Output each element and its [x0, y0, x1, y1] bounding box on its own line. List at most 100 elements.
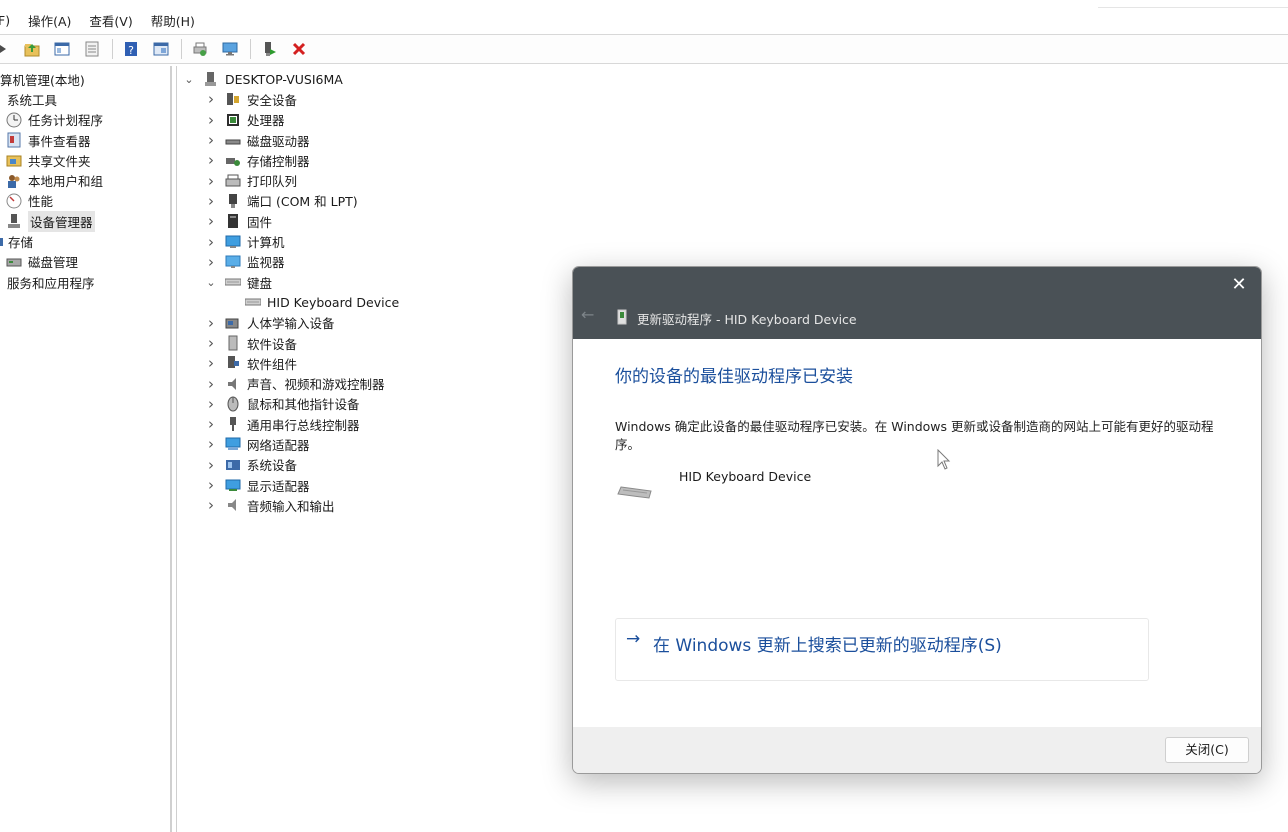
tree-item-label: 存储控制器 — [247, 153, 310, 169]
menu-help[interactable]: 帮助(H) — [142, 11, 204, 30]
mouse-icon — [227, 396, 239, 412]
folder-up-icon[interactable] — [22, 39, 42, 59]
chevron-right-icon[interactable]: › — [203, 456, 219, 474]
print-icon[interactable] — [190, 39, 210, 59]
chevron-right-icon[interactable]: › — [203, 496, 219, 514]
tree-item-disk-management[interactable]: 磁盘管理 — [0, 252, 170, 272]
tree-item-storage[interactable]: 存储 — [0, 231, 170, 251]
chevron-right-icon[interactable]: › — [203, 253, 219, 271]
console-tree-pane: 算机管理(本地) 系统工具 任务计划程序 事件查看器 共享文件夹 本地用户和组 … — [0, 66, 172, 832]
system-device-icon — [226, 459, 240, 470]
chevron-right-icon[interactable]: › — [203, 172, 219, 190]
tree-item-shared-folders[interactable]: 共享文件夹 — [0, 150, 170, 170]
tree-item-category[interactable]: › 固件 — [177, 211, 1288, 231]
device-name: HID Keyboard Device — [679, 469, 812, 484]
chevron-right-icon[interactable]: › — [203, 476, 219, 494]
menu-file[interactable]: F) — [0, 13, 19, 28]
tree-item-system-tools[interactable]: 系统工具 — [0, 89, 170, 109]
mouse-cursor-icon — [937, 449, 951, 470]
dialog-title: 更新驱动程序 - HID Keyboard Device — [637, 312, 857, 327]
tree-item-event-viewer[interactable]: 事件查看器 — [0, 130, 170, 150]
chevron-right-icon[interactable]: › — [203, 395, 219, 413]
tree-item-label: 系统设备 — [247, 458, 298, 474]
close-icon[interactable]: ✕ — [1227, 273, 1251, 297]
speaker-icon — [228, 377, 236, 390]
users-icon — [8, 174, 20, 188]
tree-item-label: 事件查看器 — [28, 133, 91, 149]
tree-item-category[interactable]: › 磁盘驱动器 — [177, 130, 1288, 150]
performance-icon — [6, 193, 22, 209]
back-arrow-icon[interactable]: ← — [581, 305, 594, 324]
chevron-right-icon[interactable]: › — [203, 334, 219, 352]
svg-text:?: ? — [128, 44, 134, 57]
disk-drive-icon — [225, 139, 241, 145]
monitor-icon[interactable] — [220, 39, 240, 59]
software-component-icon — [228, 356, 239, 369]
tree-item-services-apps[interactable]: 服务和应用程序 — [0, 272, 170, 292]
software-device-icon — [228, 335, 238, 351]
chevron-down-icon[interactable]: ⌄ — [203, 276, 219, 289]
chevron-right-icon[interactable]: › — [203, 354, 219, 372]
tree-item-label: 打印队列 — [247, 174, 298, 190]
tree-item-device-manager[interactable]: 设备管理器 — [0, 210, 170, 232]
search-windows-update-link[interactable]: 在 Windows 更新上搜索已更新的驱动程序(S) — [653, 631, 1002, 656]
tree-item-task-scheduler[interactable]: 任务计划程序 — [0, 110, 170, 130]
tree-item-label: HID Keyboard Device — [267, 294, 400, 310]
tree-item-computer-management[interactable]: 算机管理(本地) — [0, 69, 170, 89]
tree-item-local-users[interactable]: 本地用户和组 — [0, 170, 170, 190]
monitor-icon — [225, 255, 241, 268]
tree-root-computer[interactable]: ⌄ DESKTOP-VUSI6MA — [177, 69, 1288, 89]
tree-item-category[interactable]: › 计算机 — [177, 231, 1288, 251]
toolbar-separator — [181, 39, 182, 59]
chevron-right-icon[interactable]: › — [203, 435, 219, 453]
chevron-right-icon[interactable]: › — [203, 314, 219, 332]
tree-item-category[interactable]: › 端口 (COM 和 LPT) — [177, 191, 1288, 211]
tree-item-label: 共享文件夹 — [28, 153, 91, 169]
update-driver-dialog: ✕ ← 更新驱动程序 - HID Keyboard Device 你的设备的最佳… — [572, 266, 1262, 774]
tree-item-label: 音频输入和输出 — [247, 498, 335, 514]
back-arrow-icon[interactable] — [0, 39, 12, 59]
chevron-right-icon[interactable]: › — [203, 111, 219, 129]
close-button[interactable]: 关闭(C) — [1165, 737, 1249, 763]
tree-item-label: 任务计划程序 — [28, 113, 104, 129]
console-tree-icon[interactable] — [52, 39, 72, 59]
enable-device-icon[interactable] — [259, 39, 279, 59]
tree-item-performance[interactable]: 性能 — [0, 191, 170, 211]
chevron-right-icon[interactable]: › — [203, 192, 219, 210]
tree-item-label: 固件 — [247, 214, 273, 230]
menu-action[interactable]: 操作(A) — [19, 11, 80, 30]
properties-icon[interactable] — [82, 39, 102, 59]
tree-item-category[interactable]: › 存储控制器 — [177, 150, 1288, 170]
search-windows-update-option[interactable]: → 在 Windows 更新上搜索已更新的驱动程序(S) — [615, 618, 1149, 681]
firmware-icon — [228, 214, 238, 229]
chevron-right-icon[interactable]: › — [203, 415, 219, 433]
dialog-heading: 你的设备的最佳驱动程序已安装 — [615, 367, 853, 387]
tree-item-category[interactable]: › 安全设备 — [177, 89, 1288, 109]
tree-item-label: 网络适配器 — [247, 437, 310, 453]
toolbar-separator — [112, 39, 113, 59]
tree-item-label: 安全设备 — [247, 92, 298, 108]
chevron-right-icon[interactable]: › — [203, 233, 219, 251]
chevron-right-icon[interactable]: › — [203, 90, 219, 108]
chevron-right-icon[interactable]: › — [203, 151, 219, 169]
toolbar: ? — [0, 34, 1288, 64]
dialog-footer: 关闭(C) — [573, 727, 1261, 773]
menu-view[interactable]: 查看(V) — [80, 11, 141, 30]
tree-item-label: 显示适配器 — [247, 478, 310, 494]
pane-icon[interactable] — [151, 39, 171, 59]
chevron-down-icon[interactable]: ⌄ — [181, 73, 197, 86]
storage-controller-icon — [226, 158, 240, 167]
chevron-right-icon[interactable]: › — [203, 212, 219, 230]
audio-io-icon — [228, 499, 236, 512]
tree-item-category[interactable]: › 打印队列 — [177, 170, 1288, 190]
tree-item-label: 系统工具 — [7, 92, 58, 108]
help-icon[interactable]: ? — [121, 39, 141, 59]
uninstall-icon[interactable] — [289, 39, 309, 59]
chevron-right-icon[interactable]: › — [203, 375, 219, 393]
window-top-right-frame — [1098, 0, 1288, 8]
tree-item-label: 存储 — [8, 235, 34, 251]
chevron-right-icon[interactable]: › — [203, 131, 219, 149]
tree-item-category[interactable]: › 处理器 — [177, 110, 1288, 130]
computer-name: DESKTOP-VUSI6MA — [225, 71, 343, 87]
disk-management-icon — [6, 258, 22, 267]
